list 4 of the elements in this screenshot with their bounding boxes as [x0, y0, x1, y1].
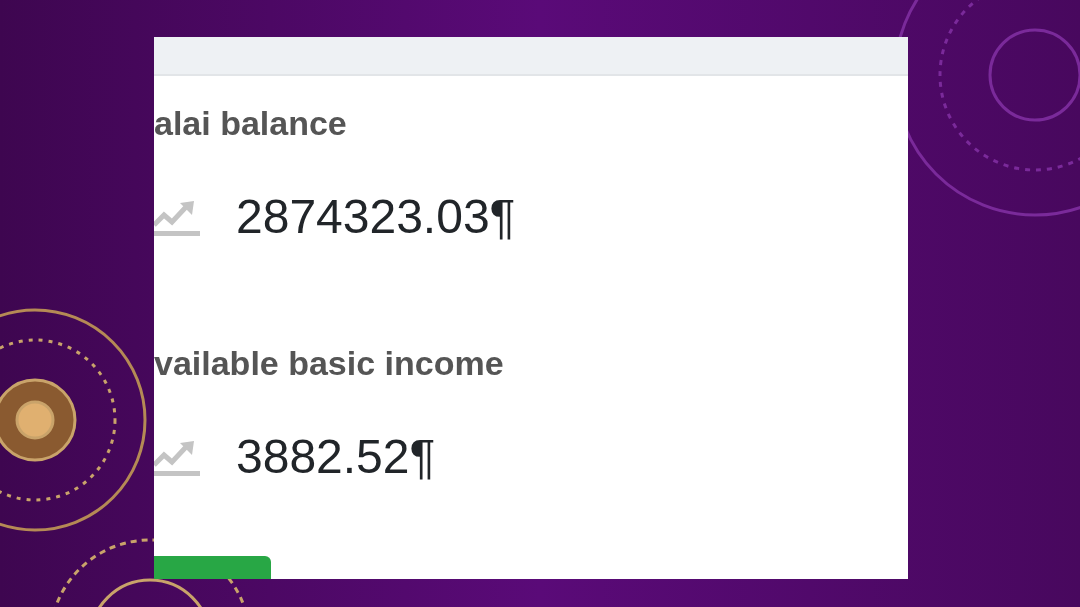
stat-value: 2874323.03¶: [236, 189, 516, 245]
stat-value: 3882.52¶: [236, 429, 436, 485]
stat-label: vailable basic income: [154, 343, 505, 383]
stat-label: alai balance: [154, 103, 348, 143]
